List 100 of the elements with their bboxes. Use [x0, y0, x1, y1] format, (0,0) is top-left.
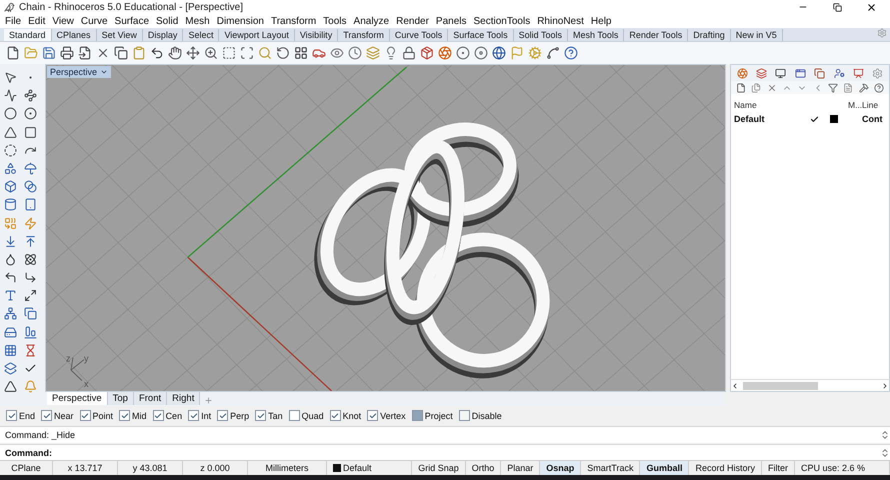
copy-icon[interactable]: [22, 305, 39, 322]
toolbar-tab[interactable]: Set View: [96, 29, 143, 41]
osnap-label: Disable: [472, 410, 502, 420]
osnap-option[interactable]: End: [6, 410, 36, 421]
menu-item[interactable]: Edit: [26, 16, 50, 26]
checkbox[interactable]: [6, 410, 17, 421]
osnap-label: Near: [54, 410, 74, 420]
menu-item[interactable]: Tools: [321, 16, 352, 26]
checkbox[interactable]: [255, 410, 266, 421]
checkbox[interactable]: [152, 410, 164, 421]
toolbar-tab[interactable]: Standard: [4, 29, 52, 41]
checkbox[interactable]: [188, 410, 200, 421]
osnap-option[interactable]: Int: [188, 410, 212, 421]
cylinder-icon[interactable]: [2, 196, 19, 214]
app-logo-icon: [4, 2, 15, 12]
menu-item[interactable]: Transform: [268, 16, 322, 26]
menu-item[interactable]: SectionTools: [472, 16, 536, 26]
scroll-right-icon[interactable]: [881, 382, 889, 390]
clock-icon[interactable]: [346, 44, 363, 62]
spin-arrows-icon[interactable]: [880, 448, 890, 458]
viewport-tab[interactable]: Right: [167, 392, 200, 405]
osnap-option[interactable]: Vertex: [367, 410, 406, 421]
osnap-option[interactable]: Quad: [288, 410, 324, 421]
menu-item[interactable]: Dimension: [214, 16, 269, 26]
menu-item[interactable]: Help: [588, 16, 616, 26]
horizontal-scrollbar[interactable]: [731, 379, 889, 391]
save-icon[interactable]: [40, 44, 57, 62]
checkbox[interactable]: [119, 410, 130, 421]
menu-item[interactable]: View: [50, 16, 79, 26]
file-import-icon[interactable]: [76, 44, 93, 62]
layer-icon[interactable]: [2, 360, 19, 377]
status-toggle[interactable]: Gumball: [640, 461, 690, 475]
menu-item[interactable]: Panels: [434, 16, 472, 26]
four-viewports-icon[interactable]: [292, 44, 309, 62]
menu-item[interactable]: Curve: [78, 16, 113, 26]
lock-icon[interactable]: [400, 44, 417, 62]
menu-item[interactable]: File: [3, 16, 26, 26]
viewport-tab[interactable]: Top: [108, 392, 134, 405]
viewport-tab[interactable]: Perspective: [47, 392, 108, 405]
osnap-label: Quad: [302, 410, 324, 420]
layer-color-swatch[interactable]: [830, 115, 838, 123]
checkbox[interactable]: [367, 410, 378, 421]
osnap-option[interactable]: Perp: [217, 410, 250, 421]
osnap-option[interactable]: Project: [412, 410, 453, 421]
polyline-icon[interactable]: [2, 87, 19, 104]
menu-item[interactable]: Surface: [112, 16, 154, 26]
column-header[interactable]: Name: [734, 100, 810, 110]
osnap-label: Perp: [230, 410, 250, 420]
copy-icon[interactable]: [112, 44, 129, 62]
hand-icon[interactable]: [166, 44, 183, 62]
viewport-label: Perspective: [50, 67, 98, 77]
osnap-option[interactable]: Cen: [152, 410, 182, 421]
osnap-label: Tan: [268, 410, 283, 420]
box-icon[interactable]: [418, 44, 435, 62]
checkbox[interactable]: [288, 410, 300, 421]
command-line-field[interactable]: Command:: [0, 444, 890, 460]
scroll-arrows-icon[interactable]: [880, 430, 890, 440]
osnap-option[interactable]: Disable: [458, 410, 502, 421]
restore-icon: [832, 2, 842, 12]
toggle-box[interactable]: [412, 410, 423, 421]
menu-item[interactable]: RhinoNest: [535, 16, 589, 26]
toolbar-tab[interactable]: Solid Tools: [514, 29, 568, 41]
toggle-box[interactable]: [458, 410, 470, 421]
viewport-title[interactable]: Perspective: [47, 66, 112, 78]
disc-icon[interactable]: [472, 44, 489, 62]
pan-icon[interactable]: [184, 44, 201, 62]
menu-item[interactable]: Solid: [154, 16, 184, 26]
toolbar-tab[interactable]: CPlanes: [52, 29, 97, 41]
column-header[interactable]: Line: [862, 100, 890, 110]
checkbox[interactable]: [41, 410, 52, 421]
column-header[interactable]: M...: [848, 100, 862, 110]
cube-icon[interactable]: [2, 178, 19, 196]
menu-item[interactable]: Analyze: [352, 16, 394, 26]
osnap-option[interactable]: Tan: [255, 410, 283, 421]
printer-icon[interactable]: [58, 44, 75, 62]
menu-item[interactable]: Mesh: [183, 16, 215, 26]
osnap-option[interactable]: Near: [41, 410, 74, 421]
circle-icon[interactable]: [2, 105, 19, 122]
osnap-label: End: [19, 410, 36, 420]
caret-icon[interactable]: [100, 68, 108, 76]
osnap-option[interactable]: Mid: [119, 410, 147, 421]
layers-icon[interactable]: [364, 44, 381, 62]
zoom-icon[interactable]: [202, 44, 219, 62]
osnap-option[interactable]: Point: [80, 410, 114, 421]
viewport-tab[interactable]: Front: [134, 392, 168, 405]
layer-name[interactable]: Default: [734, 114, 810, 124]
toolbar-tab[interactable]: New in V5: [730, 29, 783, 41]
control-points-icon[interactable]: [22, 87, 39, 104]
checkbox[interactable]: [217, 410, 228, 421]
status-toggle[interactable]: Osnap: [540, 461, 582, 475]
scroll-left-icon[interactable]: [731, 382, 739, 390]
checkbox[interactable]: [330, 410, 341, 421]
osnap-option[interactable]: Knot: [330, 410, 362, 421]
close-icon: [866, 2, 876, 12]
spheres-icon[interactable]: [22, 178, 39, 196]
checkbox[interactable]: [80, 410, 91, 421]
globe-icon[interactable]: [490, 44, 507, 62]
rotate-view-icon[interactable]: [274, 44, 291, 62]
menu-item[interactable]: Render: [394, 16, 434, 26]
help-icon[interactable]: [562, 44, 579, 62]
